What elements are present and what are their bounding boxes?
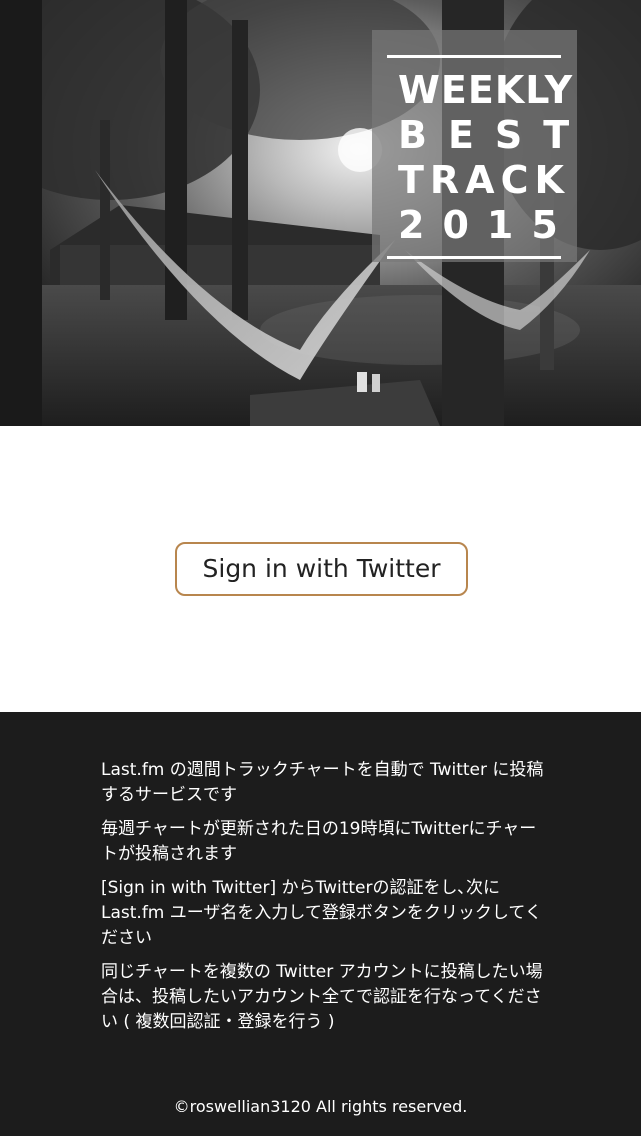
sign-in-with-twitter-button[interactable]: Sign in with Twitter xyxy=(175,542,468,596)
description-paragraph: 同じチャートを複数の Twitter アカウントに投稿したい場合は、投稿したいア… xyxy=(101,962,543,1032)
footer: Last.fm の週間トラックチャートを自動で Twitter に投稿するサービ… xyxy=(0,712,641,1136)
title-line-weekly: WEEKLY xyxy=(398,68,574,112)
title-line-track: TRACK xyxy=(398,158,570,202)
copyright-text: ©roswellian3120 All rights reserved. xyxy=(173,1097,468,1116)
description-paragraph: 毎週チャートが更新された日の19時頃にTwitterにチャートが投稿されます xyxy=(101,819,537,864)
hero-image: WEEKLY BEST TRACK 2015 xyxy=(0,0,641,426)
description-paragraph: Last.fm の週間トラックチャートを自動で Twitter に投稿するサービ… xyxy=(101,760,544,805)
title-box: WEEKLY BEST TRACK 2015 xyxy=(372,30,577,262)
title-top-rule xyxy=(387,55,561,58)
description-paragraph: [Sign in with Twitter] からTwitterの認証をし､次に… xyxy=(101,878,542,948)
service-description: Last.fm の週間トラックチャートを自動で Twitter に投稿するサービ… xyxy=(101,758,551,1044)
title-line-best: BEST xyxy=(398,113,591,157)
page: WEEKLY BEST TRACK 2015 Sign in with Twit… xyxy=(0,0,641,1136)
title-line-year: 2015 xyxy=(398,203,576,247)
title-bottom-rule xyxy=(387,256,561,259)
